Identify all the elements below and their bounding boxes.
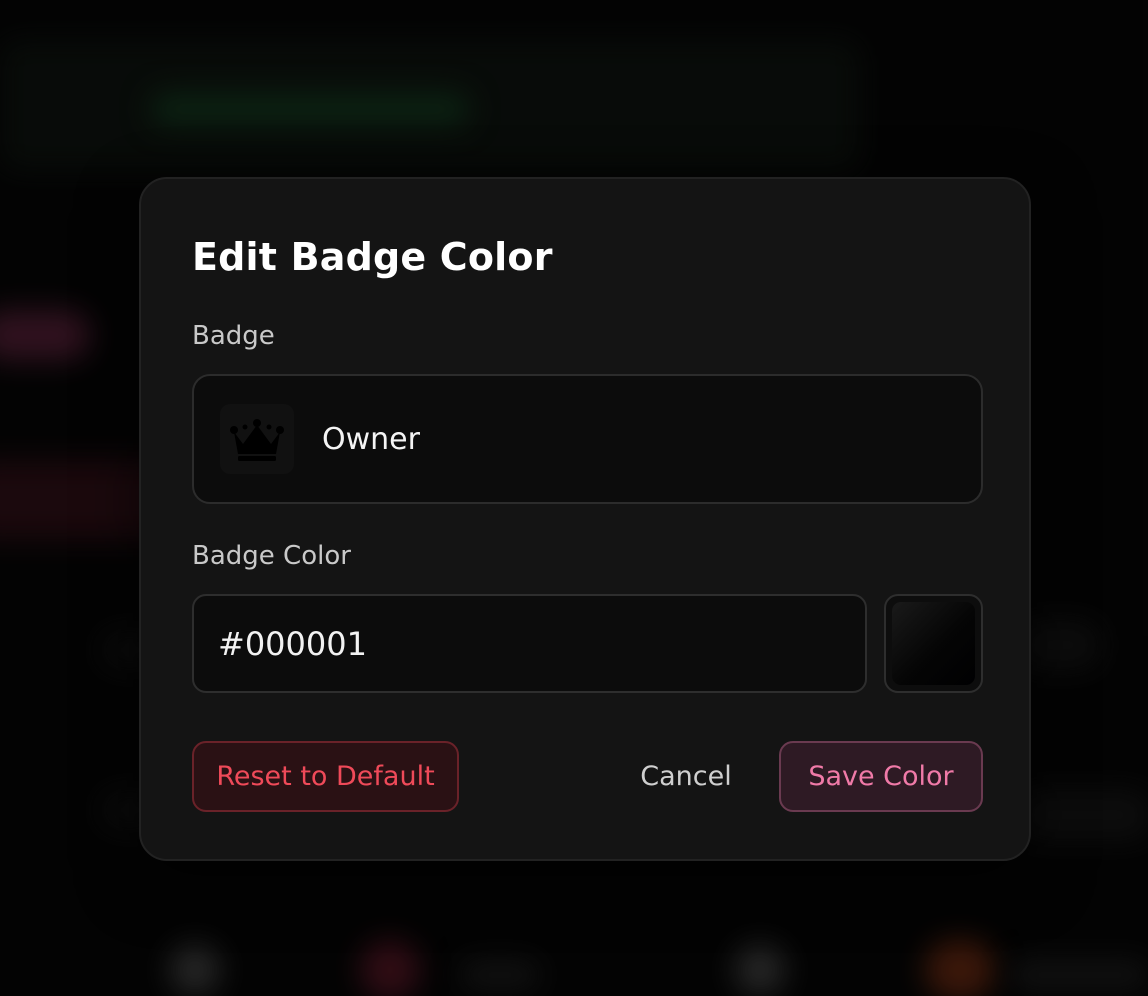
badge-selector[interactable]: Owner (192, 374, 983, 504)
badge-icon-container (220, 404, 294, 474)
hex-color-input[interactable] (192, 594, 867, 693)
color-swatch-picker[interactable] (884, 594, 983, 693)
save-color-button[interactable]: Save Color (779, 741, 983, 812)
crown-icon (230, 419, 284, 461)
badge-color-label: Badge Color (192, 541, 351, 571)
cancel-button[interactable]: Cancel (621, 741, 751, 812)
badge-label: Badge (192, 321, 275, 351)
reset-to-default-button[interactable]: Reset to Default (192, 741, 459, 812)
badge-name: Owner (322, 422, 420, 457)
edit-badge-color-dialog: Edit Badge Color Badge Owner Badge Color… (139, 177, 1031, 861)
dialog-title: Edit Badge Color (192, 235, 553, 279)
color-swatch-preview (892, 602, 975, 685)
